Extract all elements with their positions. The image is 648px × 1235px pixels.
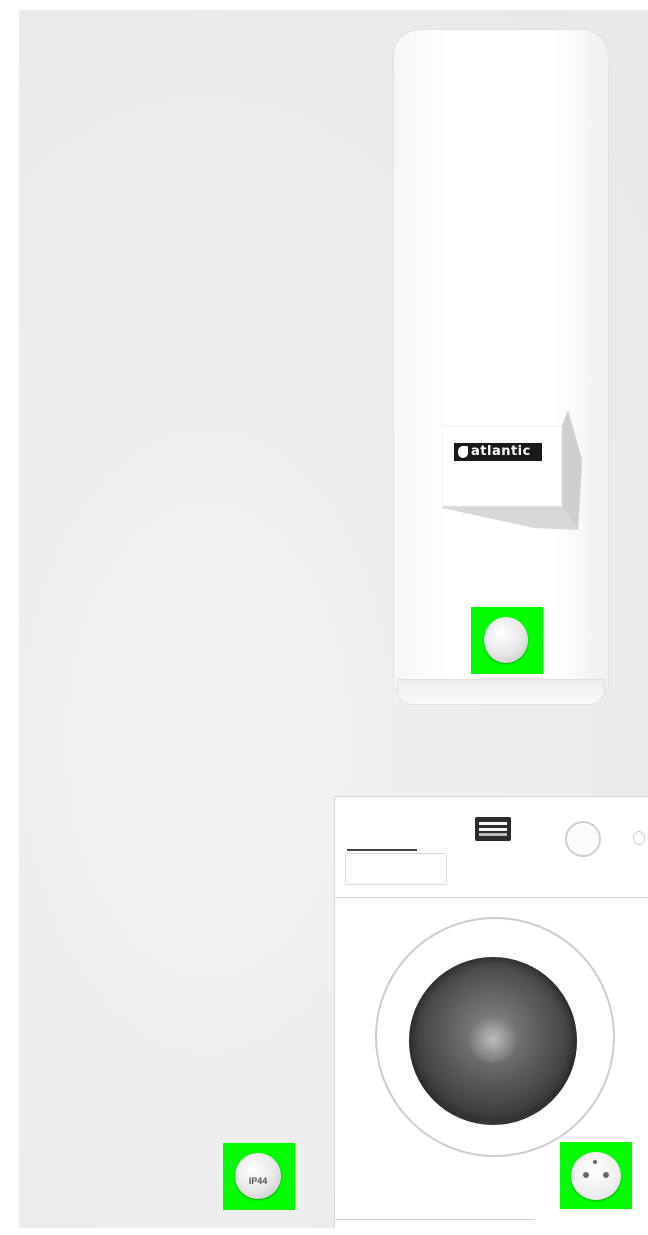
heater-control-knob[interactable] — [484, 617, 528, 663]
water-heater: atlantic — [394, 30, 608, 706]
logo-mark-icon — [458, 446, 468, 458]
heater-body — [394, 30, 608, 690]
ip44-label: IP44 — [248, 1176, 268, 1186]
washer-base-line — [335, 1219, 535, 1220]
ip44-socket-hotspot[interactable]: IP44 — [223, 1143, 295, 1210]
program-dial — [565, 821, 601, 857]
heater-front-flap — [442, 410, 582, 530]
power-socket-icon[interactable] — [571, 1152, 621, 1200]
socket-earth-pin — [593, 1160, 597, 1164]
heater-base — [398, 680, 604, 704]
bathroom-wall: atlantic IP44 — [19, 10, 648, 1228]
washer-display — [475, 817, 511, 841]
washer-drum — [409, 957, 577, 1125]
washing-machine — [335, 797, 648, 1228]
ip44-socket-cover[interactable]: IP44 — [235, 1153, 281, 1199]
washer-control-panel — [335, 797, 648, 898]
socket-hole-right — [603, 1172, 609, 1178]
secondary-dial — [633, 831, 645, 845]
brand-logo: atlantic — [454, 443, 542, 461]
brand-name: atlantic — [471, 444, 531, 459]
washer-socket-hotspot[interactable] — [560, 1142, 632, 1209]
detergent-drawer — [345, 853, 447, 885]
heater-knob-hotspot[interactable] — [471, 607, 543, 674]
socket-hole-left — [583, 1172, 589, 1178]
detergent-drawer-handle — [347, 849, 417, 851]
